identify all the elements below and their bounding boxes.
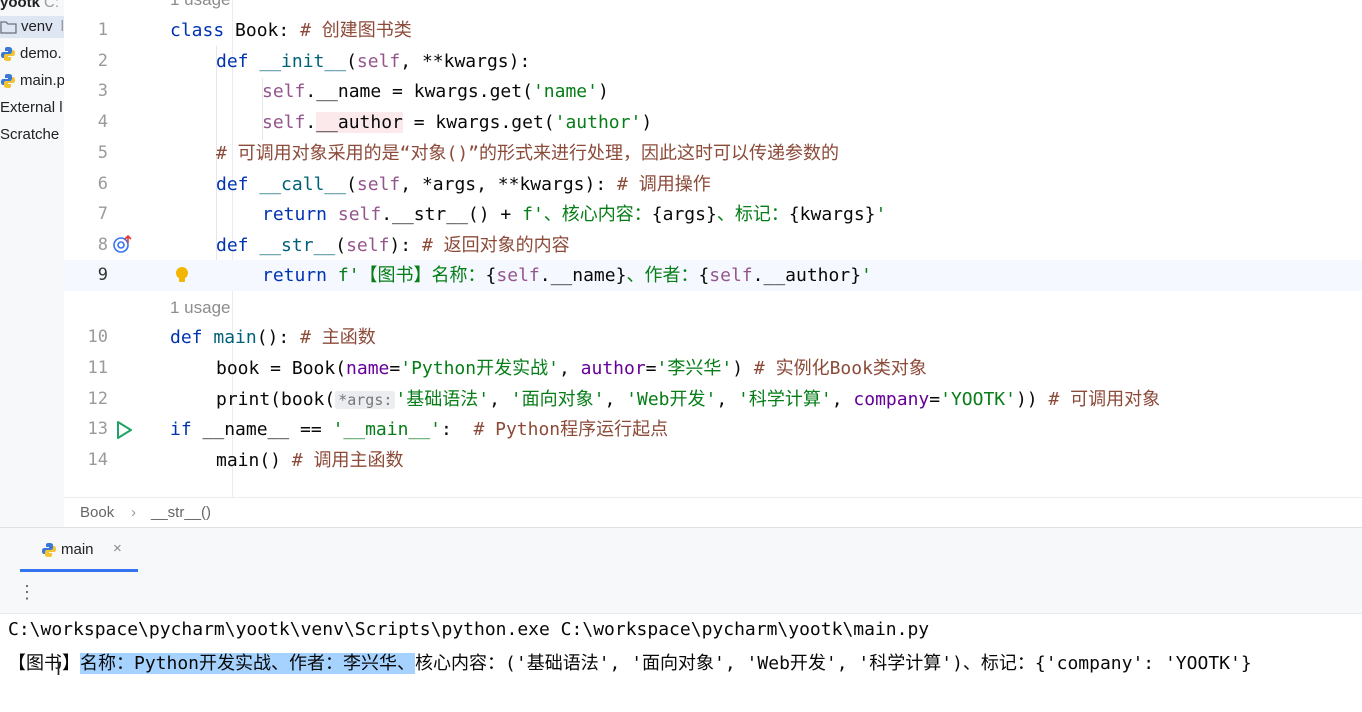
code-text: self.__author = kwargs.get('author') [262,112,653,133]
code-line-9[interactable]: 9 return f'【图书】名称：{self.__name}、作者：{self… [64,260,1362,291]
project-root-path: C: [44,0,60,11]
line-number: 12 [87,389,108,409]
line-number: 2 [97,51,108,71]
breadcrumb-item-method[interactable]: __str__() [151,498,211,528]
tree-item-scratches[interactable]: Scratche [0,124,59,146]
code-line-13[interactable]: 13 if __name__ == '__main__': # Python程序… [64,414,1362,445]
parameter-hint: *args: [335,391,396,409]
console-output-line[interactable]: 【图书】名称：Python开发实战、作者：李兴华、核心内容：('基础语法', '… [8,649,1252,675]
line-number: 13 [87,419,108,439]
code-text: def __init__(self, **kwargs): [216,51,531,72]
run-tab-bar: main × [0,528,1362,573]
line-number: 9 [97,265,108,285]
tree-item-label: External l [0,99,63,116]
line-number: 10 [87,327,108,347]
code-text: class Book: # 创建图书类 [170,20,412,41]
code-text: return self.__str__() + f'、核心内容：{args}、标… [262,204,887,225]
code-line-11[interactable]: 11 book = Book(name='Python开发实战', author… [64,353,1362,384]
tab-main[interactable]: main × [20,528,138,572]
code-line-6[interactable]: 6 def __call__(self, *args, **kwargs): #… [64,169,1362,200]
tree-item-label: main.p [20,72,64,89]
code-line-4[interactable]: 4 self.__author = kwargs.get('author') [64,107,1362,138]
python-file-icon [1,47,15,61]
output-text: 核心内容：('基础语法', '面向对象', 'Web开发', '科学计算')、标… [415,653,1252,674]
code-text: if __name__ == '__main__': # Python程序运行起… [170,419,669,440]
code-line-10[interactable]: 10 def main(): # 主函数 [64,322,1362,353]
tree-item-external-libraries[interactable]: External l [0,97,63,119]
output-selection: 名称：Python开发实战、作者：李兴华、 [80,653,416,674]
override-method-icon[interactable] [112,234,134,254]
run-panel: main × ⋮ C:\workspace\pycharm\yootk\venv… [0,527,1362,712]
code-line-1[interactable]: 1 class Book: # 创建图书类 [64,15,1362,46]
code-text: self.__name = kwargs.get('name') [262,81,609,102]
line-number: 7 [97,204,108,224]
python-file-icon [42,543,56,557]
usage-hint[interactable]: 1 usage [170,0,231,15]
tree-item-label: demo. [20,45,62,62]
tree-item-label: venv [20,18,53,35]
project-root[interactable]: yootk C: [0,0,59,14]
line-number: 1 [97,20,108,40]
code-text: # 可调用对象采用的是“对象()”的形式来进行处理，因此这时可以传递参数的 [216,143,840,164]
console-command-line[interactable]: C:\workspace\pycharm\yootk\venv\Scripts\… [8,619,929,640]
tree-item-venv[interactable]: venv l [0,16,64,38]
code-line-14[interactable]: 14 main() # 调用主函数 [64,445,1362,476]
code-text: book = Book(name='Python开发实战', author='李… [216,358,927,379]
code-text: def __str__(self): # 返回对象的内容 [216,235,570,256]
text-cursor-icon: I [56,659,62,679]
line-number: 14 [87,450,108,470]
lightbulb-icon[interactable] [175,266,189,284]
code-text: main() # 调用主函数 [216,450,404,471]
python-file-icon [1,74,15,88]
code-line-5[interactable]: 5 # 可调用对象采用的是“对象()”的形式来进行处理，因此这时可以传递参数的 [64,138,1362,169]
folder-icon [0,21,17,34]
code-editor[interactable]: 1 usage 1 class Book: # 创建图书类 2 def __in… [64,0,1362,497]
line-number: 8 [97,235,108,255]
line-number: 11 [87,358,108,378]
run-icon[interactable] [115,420,133,440]
code-line-8[interactable]: 8 def __str__(self): # 返回对象的内容 [64,230,1362,261]
code-text: return f'【图书】名称：{self.__name}、作者：{self._… [262,265,872,286]
line-number: 4 [97,112,108,132]
code-text: def __call__(self, *args, **kwargs): # 调… [216,174,711,195]
tree-item-label: Scratche [0,126,60,143]
tab-label: main [61,541,94,558]
code-text: print(book(*args: '基础语法', '面向对象', 'Web开发'… [216,389,1161,410]
tree-item-main[interactable]: main.p [0,70,64,92]
breadcrumb-separator: › [131,504,136,521]
line-number: 5 [97,143,108,163]
usage-hint[interactable]: 1 usage [170,292,231,323]
line-number: 3 [97,81,108,101]
code-text: def main(): # 主函数 [170,327,376,348]
code-line-12[interactable]: 12 print(book(*args: '基础语法', '面向对象', 'Web… [64,384,1362,415]
project-root-label: yootk [0,0,41,11]
output-text: 【图书】 [8,653,80,674]
breadcrumb: Book › __str__() [64,497,1362,528]
more-options-icon[interactable]: ⋮ [18,582,36,602]
code-line-2[interactable]: 2 def __init__(self, **kwargs): [64,46,1362,77]
code-line-7[interactable]: 7 return self.__str__() + f'、核心内容：{args}… [64,199,1362,230]
breadcrumb-item-class[interactable]: Book [80,498,114,528]
run-toolbar: ⋮ [0,572,1362,614]
close-icon[interactable]: × [113,540,122,557]
project-panel: yootk C: venv l demo. main.p External l … [0,0,64,527]
code-line-3[interactable]: 3 self.__name = kwargs.get('name') [64,76,1362,107]
line-number: 6 [97,174,108,194]
tree-item-demo[interactable]: demo. [0,43,62,65]
